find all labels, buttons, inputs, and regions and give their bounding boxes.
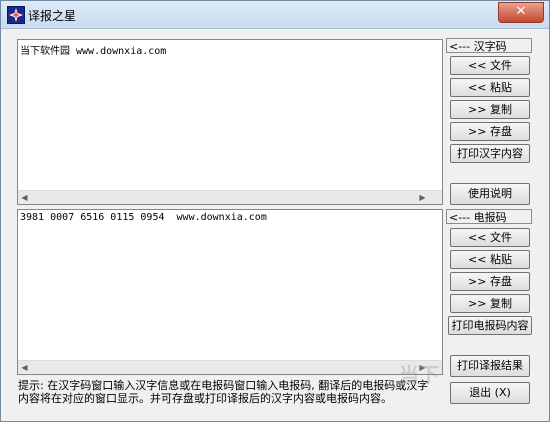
- hanzi-text-content: 当下软件园 www.downxia.com: [20, 46, 167, 57]
- telegraph-code-text-content: 3981 0007 6516 0115 0954 www.downxia.com: [20, 212, 267, 223]
- star-app-icon: [7, 6, 25, 24]
- scroll-left-icon[interactable]: ◀: [18, 191, 31, 204]
- help-button[interactable]: 使用说明: [450, 183, 530, 205]
- close-icon: ✕: [515, 4, 527, 19]
- hanzi-text-area[interactable]: 当下软件园 www.downxia.com ◀ ▶: [17, 39, 443, 205]
- hint-text: 提示: 在汉字码窗口输入汉字信息或在电报码窗口输入电报码, 翻译后的电报码或汉字…: [18, 379, 438, 405]
- hanzi-copy-button[interactable]: >> 复制: [450, 100, 530, 119]
- scrollbar-corner: [429, 361, 442, 374]
- telegraph-code-text-area[interactable]: 3981 0007 6516 0115 0954 www.downxia.com…: [17, 209, 443, 375]
- code-file-button[interactable]: << 文件: [450, 228, 530, 247]
- hint-line-2: 内容将在对应的窗口显示。并可存盘或打印译报后的汉字内容或电报码内容。: [18, 392, 392, 405]
- scroll-right-icon[interactable]: ▶: [416, 361, 429, 374]
- scroll-left-icon[interactable]: ◀: [18, 361, 31, 374]
- print-code-button[interactable]: 打印电报码内容: [448, 316, 532, 335]
- window-title: 译报之星: [28, 9, 77, 23]
- hanzi-code-label: <--- 汉字码: [446, 38, 532, 53]
- hanzi-horizontal-scrollbar[interactable]: ◀ ▶: [18, 190, 442, 204]
- code-horizontal-scrollbar[interactable]: ◀ ▶: [18, 360, 442, 374]
- hint-line-1: 提示: 在汉字码窗口输入汉字信息或在电报码窗口输入电报码, 翻译后的电报码或汉字: [18, 379, 429, 392]
- telegraph-code-label: <--- 电报码: [446, 209, 532, 224]
- scrollbar-corner: [429, 191, 442, 204]
- code-copy-button[interactable]: >> 复制: [450, 294, 530, 313]
- hanzi-paste-button[interactable]: << 粘贴: [450, 78, 530, 97]
- print-hanzi-button[interactable]: 打印汉字内容: [450, 144, 530, 163]
- print-result-button[interactable]: 打印译报结果: [450, 355, 530, 377]
- close-button[interactable]: ✕: [498, 2, 544, 23]
- exit-button[interactable]: 退出 (X): [450, 382, 530, 404]
- code-save-button[interactable]: >> 存盘: [450, 272, 530, 291]
- code-paste-button[interactable]: << 粘贴: [450, 250, 530, 269]
- scroll-right-icon[interactable]: ▶: [416, 191, 429, 204]
- title-bar[interactable]: 译报之星 ✕: [1, 1, 549, 29]
- hanzi-save-button[interactable]: >> 存盘: [450, 122, 530, 141]
- hanzi-file-button[interactable]: << 文件: [450, 56, 530, 75]
- app-window: 译报之星 ✕ 当下软件园 www.downxia.com ◀ ▶ <--- 汉字…: [0, 0, 550, 422]
